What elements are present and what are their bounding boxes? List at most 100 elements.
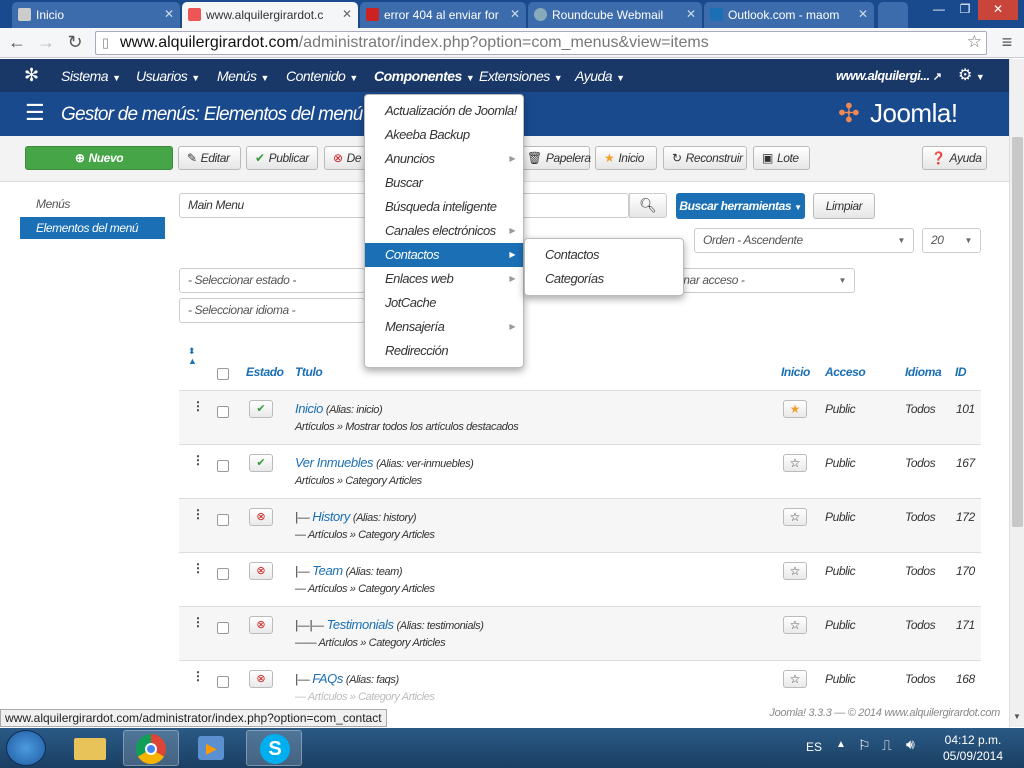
unpublished-icon[interactable]: ⊗: [249, 670, 273, 688]
ordering-sort-icon[interactable]: ⬍ ▲: [188, 346, 197, 366]
browser-tab[interactable]: error 404 al enviar for ✕: [360, 2, 526, 28]
column-header-status[interactable]: Estado: [246, 365, 284, 379]
menu-item-akeeba-backup[interactable]: Akeeba Backup: [365, 123, 523, 147]
language-indicator[interactable]: ES: [806, 740, 822, 754]
batch-button[interactable]: ▣ Lote: [753, 146, 810, 170]
menu-item-smart-search[interactable]: Búsqueda inteligente: [365, 195, 523, 219]
search-icon[interactable]: 🔍︎: [629, 193, 667, 218]
action-center-flag-icon[interactable]: ⚐: [858, 737, 871, 754]
search-tools-button[interactable]: Buscar herramientas ▼: [676, 193, 805, 219]
menu-item-redirect[interactable]: Redirección: [365, 339, 523, 363]
state-select[interactable]: - Seleccionar estado -: [179, 268, 365, 293]
nav-usuarios[interactable]: Usuarios ▼: [136, 68, 200, 84]
item-title-link[interactable]: Testimonials: [327, 617, 394, 632]
minimize-icon[interactable]: —: [926, 0, 952, 20]
drag-handle-icon[interactable]: ⋮: [192, 400, 204, 412]
row-checkbox[interactable]: [217, 622, 229, 634]
item-title-link[interactable]: Inicio: [295, 401, 323, 416]
drag-handle-icon[interactable]: ⋮: [192, 616, 204, 628]
clock-date[interactable]: 05/09/2014: [936, 749, 1010, 763]
bookmark-star-icon[interactable]: ☆: [967, 31, 982, 53]
home-star-icon[interactable]: ☆: [783, 508, 807, 526]
item-title-link[interactable]: FAQs: [312, 671, 343, 686]
order-select[interactable]: Orden - Ascendente ▼: [694, 228, 914, 253]
drag-handle-icon[interactable]: ⋮: [192, 454, 204, 466]
access-select[interactable]: onar acceso - ▼: [674, 268, 855, 293]
site-link[interactable]: www.alquilergi... ↗: [836, 68, 942, 83]
home-star-icon[interactable]: ☆: [783, 670, 807, 688]
menu-item-banners[interactable]: Anuncios ▶: [365, 147, 523, 171]
forward-icon[interactable]: →: [34, 31, 58, 55]
nav-extensiones[interactable]: Extensiones ▼: [479, 68, 563, 84]
home-star-icon[interactable]: ★: [783, 400, 807, 418]
select-all-checkbox[interactable]: [217, 368, 229, 380]
edit-button[interactable]: ✎ Editar: [178, 146, 241, 170]
menu-item-messaging[interactable]: Mensajería ▶: [365, 315, 523, 339]
row-checkbox[interactable]: [217, 676, 229, 688]
column-header-access[interactable]: Acceso: [825, 365, 866, 379]
scrollbar-thumb[interactable]: [1012, 137, 1023, 527]
sidebar-item-menus[interactable]: Menús: [20, 193, 165, 215]
published-icon[interactable]: ✔: [249, 454, 273, 472]
back-icon[interactable]: ←: [5, 31, 29, 55]
drag-handle-icon[interactable]: ⋮: [192, 562, 204, 574]
publish-button[interactable]: ✔ Publicar: [246, 146, 318, 170]
browser-tab-active[interactable]: www.alquilergirardot.c ✕: [182, 2, 358, 28]
help-button[interactable]: ❓ Ayuda: [922, 146, 987, 170]
menu-icon[interactable]: ≡: [995, 31, 1019, 55]
item-title-link[interactable]: Ver Inmuebles: [295, 455, 374, 470]
menu-item-newsfeeds[interactable]: Canales electrónicos ▶: [365, 219, 523, 243]
volume-icon[interactable]: 🔊︎: [906, 736, 915, 753]
nav-contenido[interactable]: Contenido ▼: [286, 68, 358, 84]
rebuild-button[interactable]: ↻ Reconstruir: [663, 146, 747, 170]
browser-tab[interactable]: Inicio ✕: [12, 2, 180, 28]
row-checkbox[interactable]: [217, 514, 229, 526]
submenu-item-categories[interactable]: Categorías: [525, 267, 683, 291]
home-button[interactable]: ★ Inicio: [595, 146, 657, 170]
menu-item-search[interactable]: Buscar: [365, 171, 523, 195]
unpublished-icon[interactable]: ⊗: [249, 562, 273, 580]
nav-componentes[interactable]: Componentes ▼: [374, 68, 475, 84]
chrome-icon[interactable]: [123, 730, 179, 766]
nav-ayuda[interactable]: Ayuda ▼: [575, 68, 625, 84]
unpublished-icon[interactable]: ⊗: [249, 616, 273, 634]
unpublished-icon[interactable]: ⊗: [249, 508, 273, 526]
new-button[interactable]: ⊕ Nuevo: [25, 146, 173, 170]
nav-menus[interactable]: Menús ▼: [217, 68, 269, 84]
drag-handle-icon[interactable]: ⋮: [192, 670, 204, 682]
close-window-icon[interactable]: ✕: [978, 0, 1018, 20]
network-icon[interactable]: ⎍: [882, 737, 892, 754]
item-title-link[interactable]: History: [312, 509, 350, 524]
home-star-icon[interactable]: ☆: [783, 562, 807, 580]
nav-sistema[interactable]: Sistema ▼: [61, 68, 121, 84]
media-player-icon[interactable]: ▶: [184, 730, 240, 766]
menu-item-joomla-update[interactable]: Actualización de Joomla!: [365, 99, 523, 123]
clock-time[interactable]: 04:12 p.m.: [936, 733, 1010, 747]
close-icon[interactable]: ✕: [858, 7, 868, 21]
language-select[interactable]: - Seleccionar idioma -: [179, 298, 365, 323]
column-header-id[interactable]: ID: [955, 365, 967, 379]
settings-gear-icon[interactable]: ⚙ ▼: [958, 65, 985, 85]
menu-item-weblinks[interactable]: Enlaces web ▶: [365, 267, 523, 291]
start-button[interactable]: [6, 730, 46, 766]
show-hidden-icons[interactable]: ▲: [836, 739, 846, 750]
column-header-home[interactable]: Inicio: [781, 365, 810, 379]
new-tab-button[interactable]: [878, 2, 908, 28]
column-header-title[interactable]: Ttulo: [295, 365, 323, 379]
close-icon[interactable]: ✕: [686, 7, 696, 21]
scroll-down-icon[interactable]: ▼: [1013, 712, 1021, 721]
trash-button[interactable]: 🗑 Papelera: [518, 146, 591, 170]
clear-button[interactable]: Limpiar: [813, 193, 875, 219]
scrollbar[interactable]: ▼: [1009, 59, 1024, 727]
sidebar-item-menu-items[interactable]: Elementos del menú: [20, 217, 165, 239]
reload-icon[interactable]: ↻: [63, 31, 87, 55]
home-star-icon[interactable]: ☆: [783, 454, 807, 472]
browser-tab[interactable]: Roundcube Webmail ✕: [528, 2, 702, 28]
row-checkbox[interactable]: [217, 568, 229, 580]
column-header-language[interactable]: Idioma: [905, 365, 942, 379]
close-icon[interactable]: ✕: [164, 7, 174, 21]
submenu-item-contacts[interactable]: Contactos: [525, 243, 683, 267]
item-title-link[interactable]: Team: [312, 563, 343, 578]
row-checkbox[interactable]: [217, 460, 229, 472]
menu-item-jotcache[interactable]: JotCache: [365, 291, 523, 315]
